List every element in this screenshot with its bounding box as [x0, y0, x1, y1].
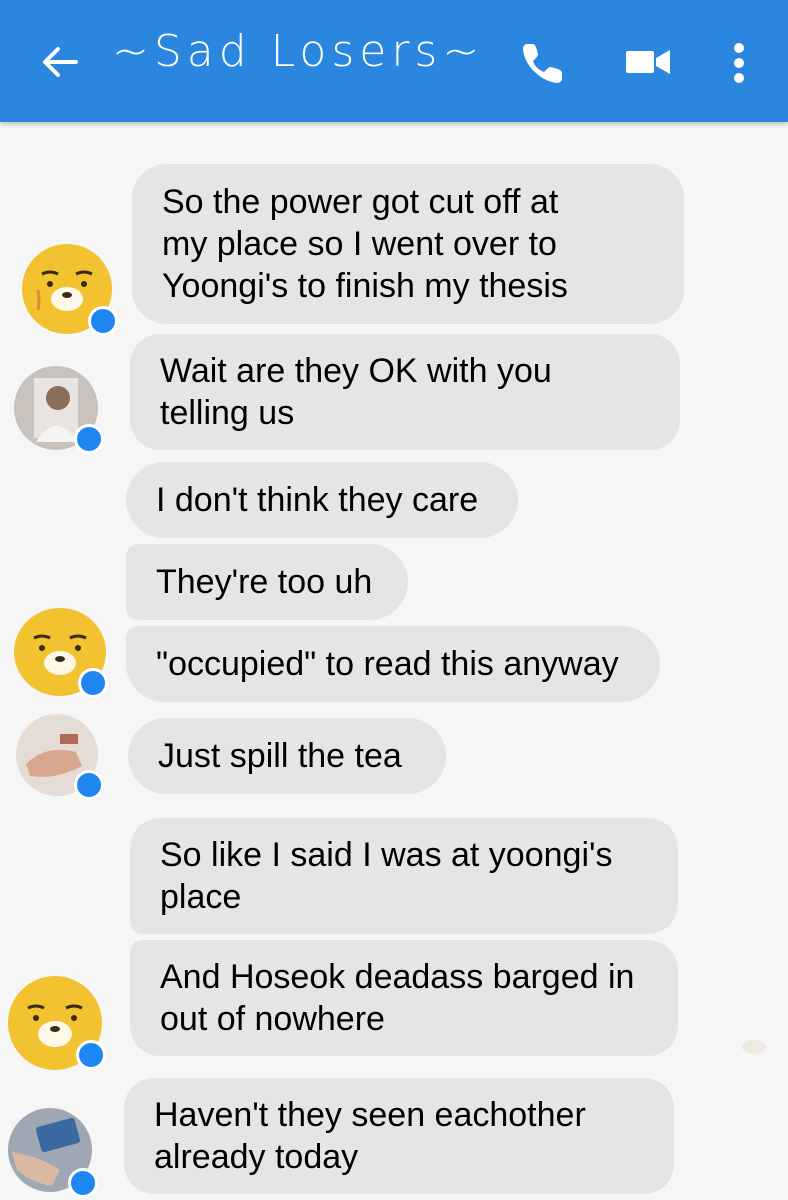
- message-line: out of nowhere: [160, 1000, 385, 1038]
- message-bubble[interactable]: So like I said I was at yoongi's place: [130, 818, 678, 934]
- message-line: So like I said I was at yoongi's: [160, 836, 613, 874]
- message-bubble[interactable]: And Hoseok deadass barged in out of nowh…: [130, 940, 678, 1056]
- message-line: telling us: [160, 394, 295, 432]
- more-vert-icon[interactable]: [722, 38, 756, 88]
- avatar-yellow-bear[interactable]: [14, 608, 108, 698]
- message-line: Yoongi's to finish my thesis: [162, 267, 568, 305]
- message-bubble[interactable]: Just spill the tea: [128, 718, 446, 794]
- message-line: So the power got cut off at: [162, 183, 559, 221]
- message-line: Haven't they seen eachother: [154, 1096, 586, 1134]
- message-line: Just spill the tea: [158, 737, 402, 775]
- avatar-photo-person[interactable]: [14, 366, 104, 454]
- chat-title: ~Sad Losers~: [112, 26, 485, 77]
- avatar-photo-hands[interactable]: [16, 714, 104, 800]
- video-camera-icon[interactable]: [624, 44, 672, 80]
- messenger-badge-icon: [78, 668, 108, 698]
- message-bubble[interactable]: They're too uh: [126, 544, 408, 620]
- message-line: Wait are they OK with you: [160, 352, 552, 390]
- message-line: And Hoseok deadass barged in: [160, 958, 635, 996]
- scroll-artifact: [742, 1040, 766, 1054]
- message-line: "occupied" to read this anyway: [156, 645, 619, 683]
- avatar-photo-phone[interactable]: [8, 1108, 98, 1198]
- avatar-yellow-bear[interactable]: [22, 244, 118, 336]
- message-line: I don't think they care: [156, 481, 479, 519]
- message-line: my place so I went over to: [162, 225, 557, 263]
- message-bubble[interactable]: So the power got cut off at my place so …: [132, 164, 684, 324]
- message-bubble[interactable]: Wait are they OK with you telling us: [130, 334, 680, 450]
- avatar-yellow-bear[interactable]: [8, 976, 106, 1070]
- messenger-badge-icon: [88, 306, 118, 336]
- message-line: place: [160, 878, 242, 916]
- messenger-badge-icon: [68, 1168, 98, 1198]
- message-bubble[interactable]: "occupied" to read this anyway: [126, 626, 660, 702]
- message-line: already today: [154, 1138, 359, 1176]
- message-bubble[interactable]: Haven't they seen eachother already toda…: [124, 1078, 674, 1194]
- messenger-badge-icon: [76, 1040, 106, 1070]
- back-arrow-icon[interactable]: [38, 40, 82, 84]
- messenger-badge-icon: [74, 424, 104, 454]
- messenger-badge-icon: [74, 770, 104, 800]
- chat-header: ~Sad Losers~: [0, 0, 788, 122]
- message-bubble[interactable]: I don't think they care: [126, 462, 518, 538]
- phone-icon[interactable]: [518, 38, 568, 88]
- message-line: They're too uh: [156, 563, 373, 601]
